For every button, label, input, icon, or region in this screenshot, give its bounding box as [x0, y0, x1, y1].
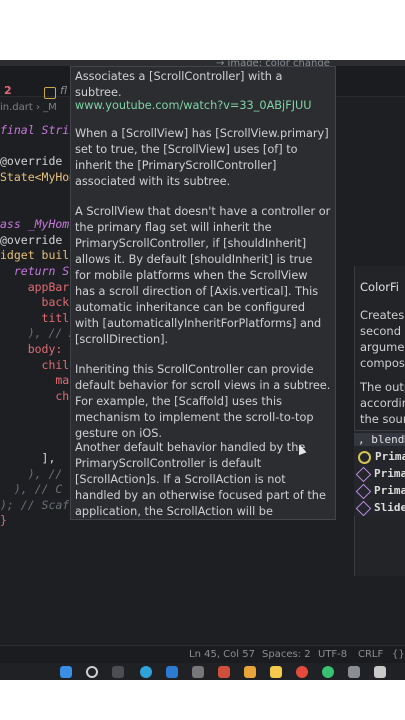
doc-video-link[interactable]: www.youtube.com/watch?v=33_0ABjFJUU	[75, 98, 331, 114]
os-taskbar	[0, 663, 405, 680]
status-bar: Ln 45, Col 57 Spaces: 2 UTF-8 CRLF {}	[0, 645, 405, 664]
autocomplete-item[interactable]: Prima	[355, 483, 405, 499]
documentation-popup[interactable]: × Associates a [ScrollController] with a…	[70, 66, 336, 520]
editor-tab-file[interactable]: fl	[60, 84, 67, 97]
ide-window: → image: color change 2 fl in.dart › _M …	[0, 60, 405, 680]
code-line: idget buil	[0, 248, 70, 262]
side-panel-text: composi	[360, 356, 405, 370]
app-icon[interactable]	[244, 666, 256, 678]
code-line: ), //	[0, 467, 63, 481]
settings-icon[interactable]	[192, 666, 204, 678]
side-panel-text: Creates a	[360, 308, 405, 322]
code-line: ), // C	[0, 482, 63, 496]
code-line: State<MyHom	[0, 170, 77, 184]
file-encoding[interactable]: UTF-8	[318, 649, 347, 660]
warning-icon	[44, 87, 56, 99]
side-panel-title: ColorFi	[360, 280, 399, 294]
indentation-setting[interactable]: Spaces: 2	[262, 649, 311, 660]
class-icon	[358, 450, 371, 464]
autocomplete-list[interactable]: , blendM Prima Prima Prima Slide	[354, 430, 405, 516]
code-line: }	[0, 513, 7, 527]
problem-count-badge[interactable]: 2	[4, 84, 12, 97]
code-line: backg	[0, 295, 77, 309]
autocomplete-item[interactable]: Prima	[358, 450, 405, 464]
code-line: body: C	[0, 342, 77, 356]
code-line: ), // A	[0, 326, 77, 340]
code-line: title	[0, 311, 77, 325]
code-line: child	[0, 358, 77, 372]
folder-icon[interactable]	[270, 666, 282, 678]
side-panel-text: second a	[360, 324, 405, 338]
app-icon[interactable]	[218, 666, 230, 678]
color-filter-doc-panel: ColorFi Creates a second a argumen compo…	[354, 266, 405, 576]
doc-summary: Associates a [ScrollController] with a s…	[75, 70, 283, 99]
side-panel-text: argumen	[360, 340, 405, 354]
code-line: C	[0, 404, 77, 418]
autocomplete-item[interactable]: Prima	[355, 466, 405, 482]
member-icon	[355, 483, 372, 499]
search-icon[interactable]	[86, 666, 98, 678]
code-line: final Strin	[0, 123, 77, 137]
side-panel-text: The outp	[360, 380, 405, 394]
doc-paragraph: When a [ScrollView] has [ScrollView.prim…	[75, 127, 329, 188]
autocomplete-input[interactable]: , blendM	[354, 433, 405, 446]
code-line: appBar:	[0, 280, 77, 294]
member-icon	[355, 500, 372, 516]
member-icon	[355, 466, 372, 482]
doc-paragraph: A ScrollView that doesn't have a control…	[75, 205, 331, 346]
vscode-icon[interactable]	[166, 666, 178, 678]
app-icon[interactable]	[374, 666, 386, 678]
cursor-position[interactable]: Ln 45, Col 57	[189, 649, 255, 660]
doc-paragraph: Inheriting this ScrollController can pro…	[75, 363, 331, 440]
code-line: @override	[0, 233, 63, 247]
whatsapp-icon[interactable]	[322, 666, 334, 678]
code-line: return Sc	[0, 264, 77, 278]
code-line: ass _MyHome	[0, 217, 77, 231]
doc-paragraph: Another default behavior handled by the …	[75, 441, 326, 518]
start-icon[interactable]	[60, 666, 72, 678]
code-line: @override	[0, 154, 63, 168]
side-panel-text: accordin	[360, 396, 405, 410]
line-ending[interactable]: CRLF	[358, 649, 383, 660]
app-icon[interactable]	[348, 666, 360, 678]
autocomplete-item[interactable]: Slide	[355, 500, 405, 516]
edge-icon[interactable]	[140, 666, 152, 678]
language-mode[interactable]: {}	[392, 649, 405, 660]
chrome-icon[interactable]	[296, 666, 308, 678]
code-line: mai	[0, 373, 77, 387]
side-panel-text: the sour	[360, 412, 405, 426]
code-line: chi	[0, 389, 77, 403]
task-view-icon[interactable]	[112, 666, 124, 678]
code-line: ],	[0, 451, 56, 465]
